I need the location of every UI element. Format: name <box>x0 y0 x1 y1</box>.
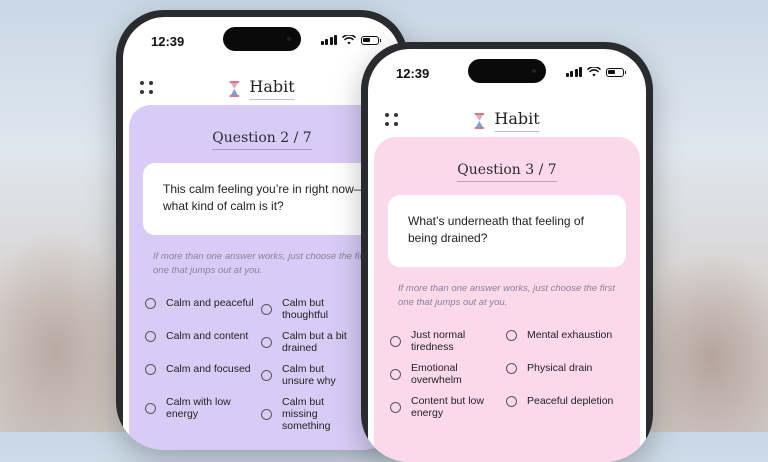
option-label: Calm but unsure why <box>282 363 336 387</box>
status-time: 12:39 <box>151 34 185 49</box>
option-label: Calm and focused <box>166 363 251 375</box>
dynamic-island <box>223 27 301 51</box>
option-item[interactable]: Mental exhaustion <box>506 329 626 341</box>
option-label: Calm but a bit drained <box>282 330 347 354</box>
phone-screen: 12:39 Habit Question 3 / 7 What’s undern… <box>368 49 646 462</box>
option-item[interactable]: Just normal tiredness <box>390 329 502 353</box>
phone-right: 12:39 Habit Question 3 / 7 What’s undern… <box>361 42 653 462</box>
signal-icon <box>565 67 582 77</box>
option-label: Calm and peaceful <box>166 297 254 309</box>
option-label: Calm but missing something <box>282 396 331 432</box>
option-label: Peaceful depletion <box>527 395 614 407</box>
app-header: Habit <box>123 73 401 109</box>
radio-circle-icon[interactable] <box>145 363 156 375</box>
radio-circle-icon[interactable] <box>145 402 156 414</box>
brand-name: Habit <box>249 77 295 100</box>
status-bar: 12:39 <box>123 17 401 63</box>
phone-screen: 12:39 Habit Question 2 / 7 This calm fee… <box>123 17 401 450</box>
radio-circle-icon[interactable] <box>390 368 401 380</box>
status-bar: 12:39 <box>368 49 646 95</box>
option-item[interactable]: Calm but unsure why <box>261 363 357 387</box>
app-header: Habit <box>368 105 646 141</box>
radio-circle-icon[interactable] <box>261 303 272 315</box>
radio-circle-icon[interactable] <box>390 335 401 347</box>
option-item[interactable]: Calm but thoughtful <box>261 297 357 321</box>
option-item[interactable]: Calm with low energy <box>145 396 257 420</box>
wifi-icon <box>342 35 356 45</box>
option-item[interactable]: Emotional overwhelm <box>390 362 502 386</box>
hint-text: If more than one answer works, just choo… <box>398 283 616 308</box>
brand: Habit <box>229 77 295 100</box>
hourglass-icon <box>474 112 485 129</box>
radio-circle-icon[interactable] <box>390 401 401 413</box>
battery-icon <box>606 67 626 77</box>
question-number-label: Question 3 / 7 <box>457 162 557 182</box>
option-item[interactable]: Physical drain <box>506 362 626 374</box>
option-item[interactable]: Calm and peaceful <box>145 297 257 309</box>
question-number: Question 3 / 7 <box>374 162 640 182</box>
option-label: Emotional overwhelm <box>411 362 462 386</box>
question-number-label: Question 2 / 7 <box>212 130 312 150</box>
radio-circle-icon[interactable] <box>506 395 517 407</box>
radio-circle-icon[interactable] <box>261 336 272 348</box>
option-item[interactable]: Calm and focused <box>145 363 257 375</box>
option-item[interactable]: Calm and content <box>145 330 257 342</box>
grid-dots-icon[interactable] <box>385 113 399 127</box>
option-label: Calm but thoughtful <box>282 297 329 321</box>
option-label: Calm with low energy <box>166 396 231 420</box>
radio-circle-icon[interactable] <box>145 297 156 309</box>
brand: Habit <box>474 109 540 132</box>
status-icons <box>320 35 381 45</box>
status-time: 12:39 <box>396 66 430 81</box>
option-label: Just normal tiredness <box>411 329 466 353</box>
radio-circle-icon[interactable] <box>506 362 517 374</box>
grid-dots-icon[interactable] <box>140 81 154 95</box>
option-label: Calm and content <box>166 330 249 342</box>
question-number: Question 2 / 7 <box>129 130 395 150</box>
status-icons <box>565 67 626 77</box>
option-label: Physical drain <box>527 362 593 374</box>
hint-text: If more than one answer works, just choo… <box>153 251 371 276</box>
option-item[interactable]: Calm but a bit drained <box>261 330 357 354</box>
hourglass-icon <box>229 80 240 97</box>
option-item[interactable]: Content but low energy <box>390 395 502 419</box>
question-card: Question 2 / 7 This calm feeling you’re … <box>129 105 399 450</box>
option-label: Mental exhaustion <box>527 329 613 341</box>
radio-circle-icon[interactable] <box>261 408 272 420</box>
option-item[interactable]: Calm but missing something <box>261 396 357 432</box>
option-item[interactable]: Peaceful depletion <box>506 395 626 407</box>
signal-icon <box>320 35 337 45</box>
wifi-icon <box>587 67 601 77</box>
dynamic-island <box>468 59 546 83</box>
brand-name: Habit <box>494 109 540 132</box>
battery-icon <box>361 35 381 45</box>
question-text-box: What’s underneath that feeling of being … <box>388 195 626 267</box>
radio-circle-icon[interactable] <box>145 330 156 342</box>
radio-circle-icon[interactable] <box>261 369 272 381</box>
question-card: Question 3 / 7 What’s underneath that fe… <box>374 137 640 462</box>
radio-circle-icon[interactable] <box>506 329 517 341</box>
option-label: Content but low energy <box>411 395 484 419</box>
